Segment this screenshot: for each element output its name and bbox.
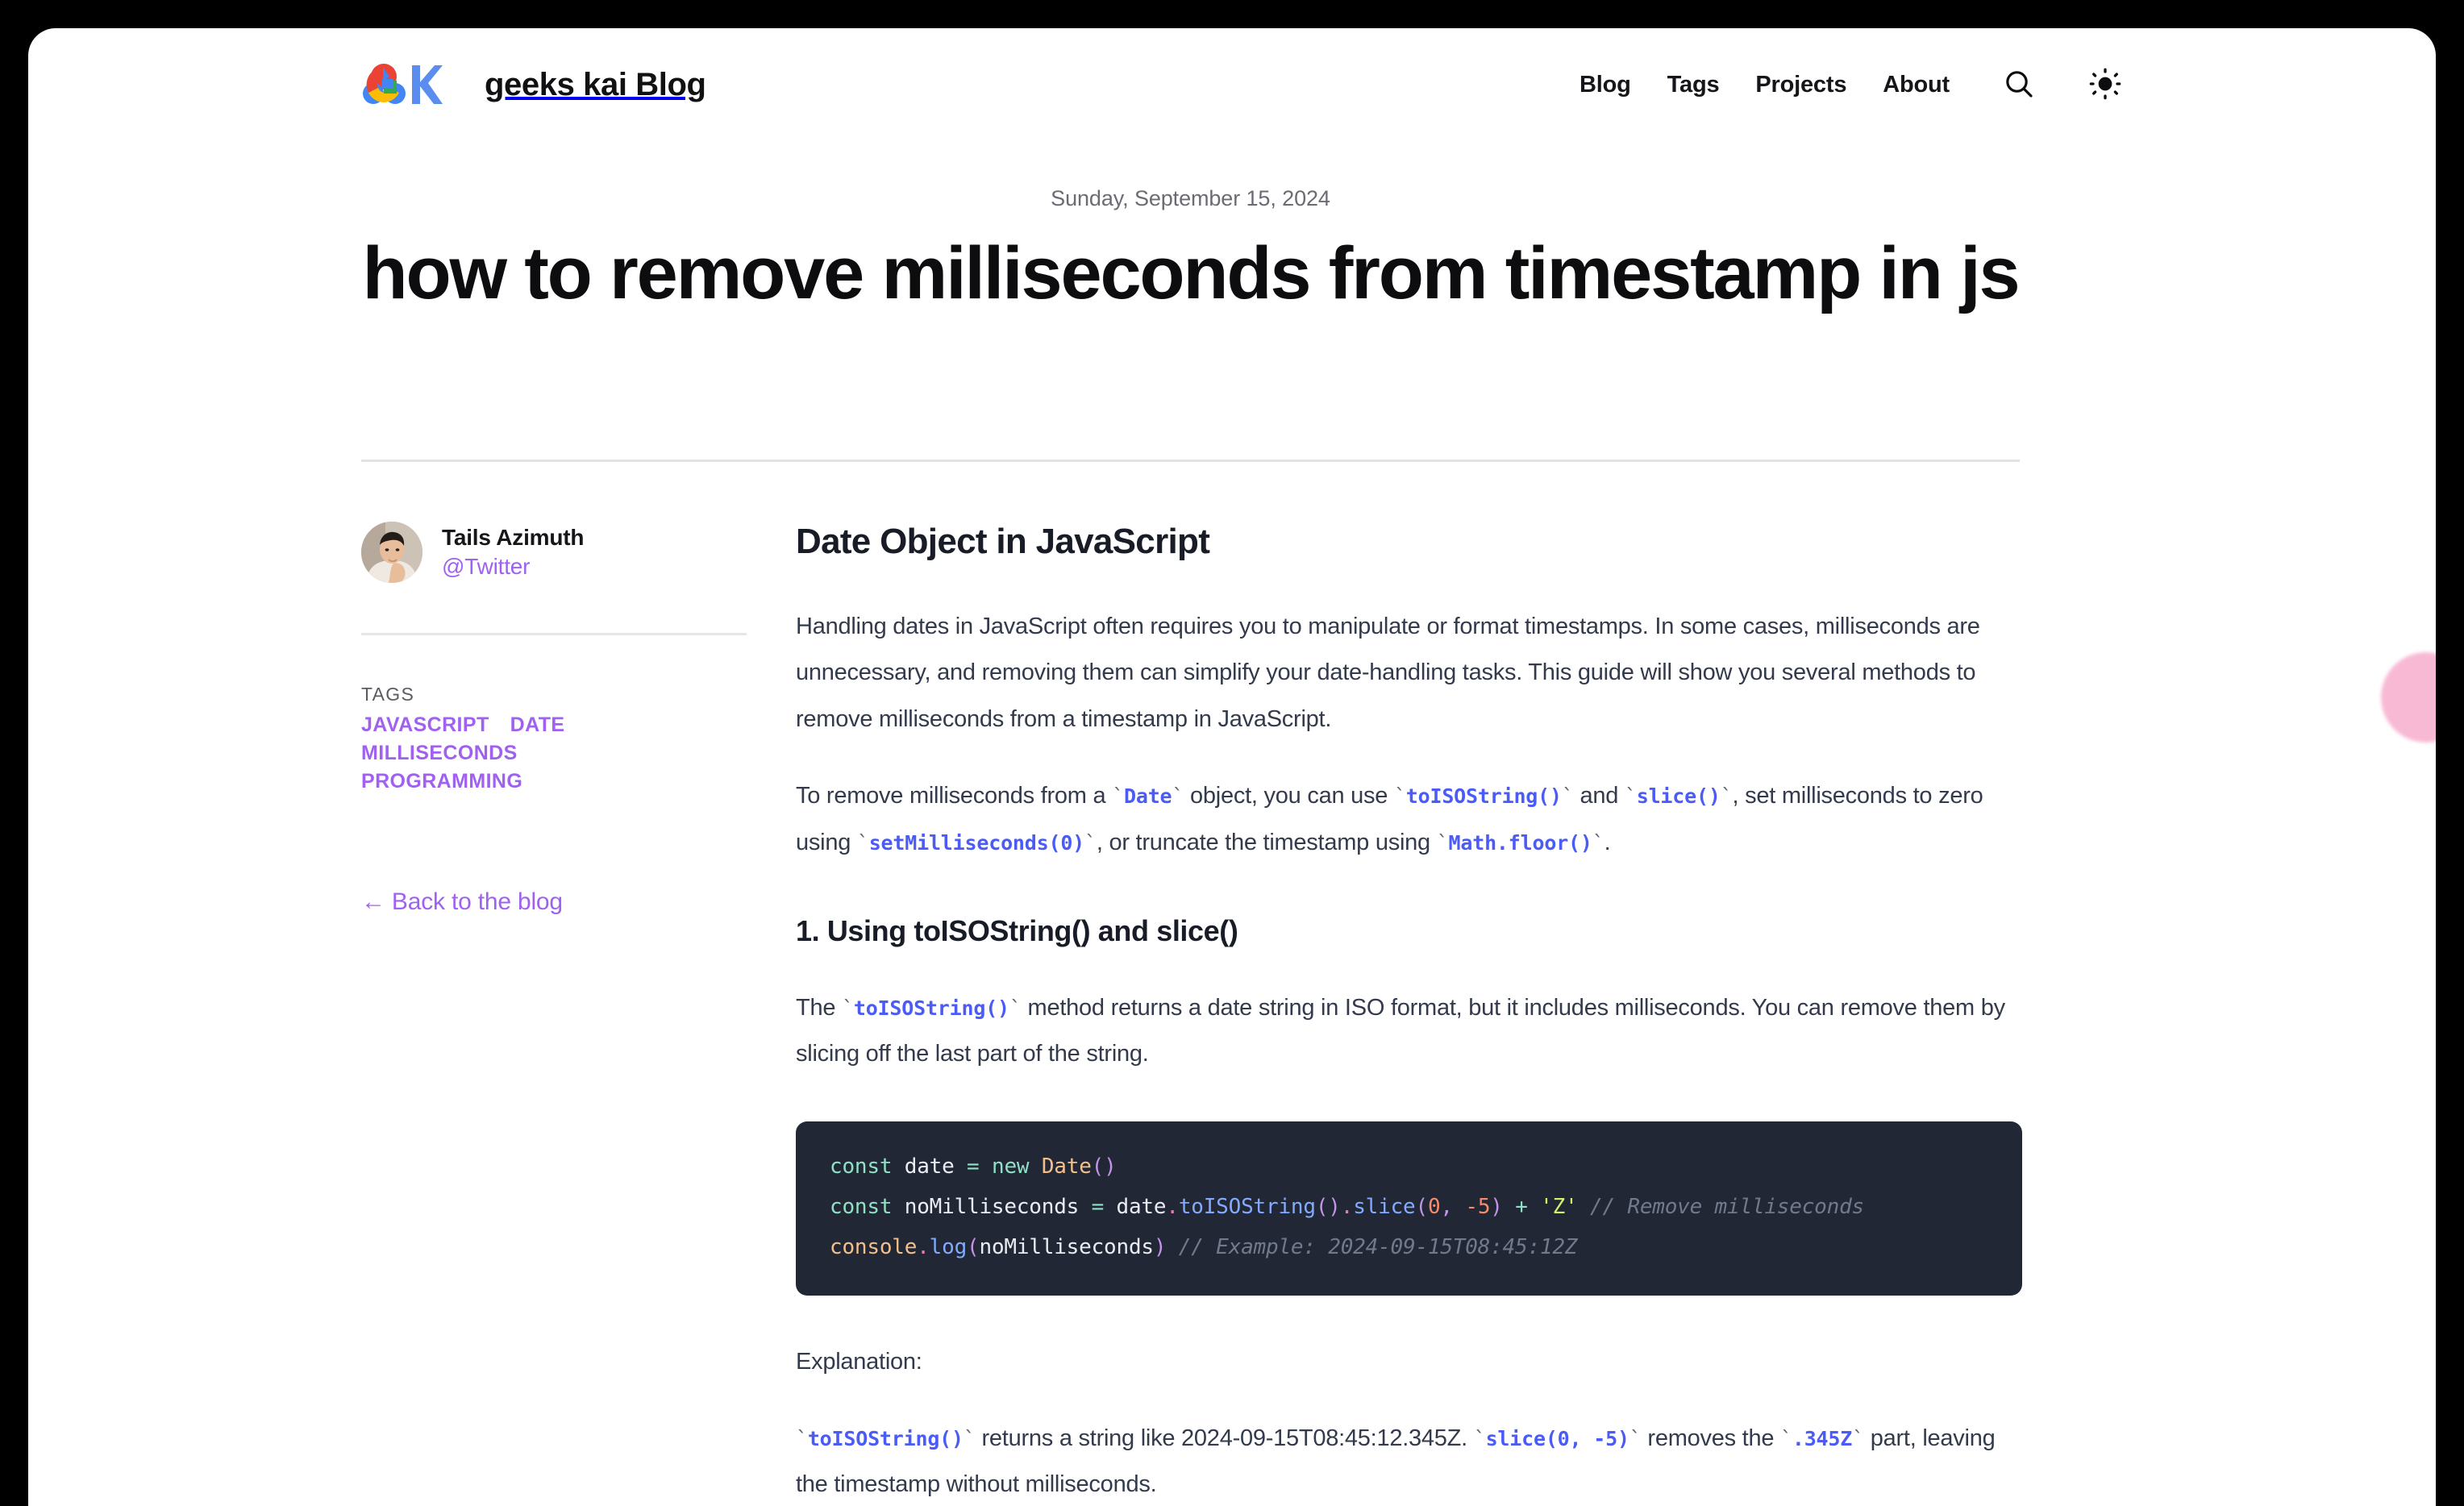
backtick: ` xyxy=(1437,831,1449,855)
inline-code-345z: .345Z xyxy=(1792,1427,1852,1450)
inline-code-date: Date xyxy=(1124,784,1172,808)
tags-label: TAGS xyxy=(361,684,747,705)
text-fragment: removes the xyxy=(1642,1425,1780,1451)
backtick: ` xyxy=(1629,1427,1642,1450)
nav-link-blog[interactable]: Blog xyxy=(1580,72,1631,98)
post-date: Sunday, September 15, 2024 xyxy=(361,186,2020,211)
brand-title: geeks kai Blog xyxy=(485,67,706,103)
brand-home-link[interactable]: geeks kai Blog xyxy=(359,56,706,114)
inline-code-mathfloor: Math.floor() xyxy=(1449,831,1592,855)
tag-date[interactable]: DATE xyxy=(510,713,565,737)
post-header: Sunday, September 15, 2024 how to remove… xyxy=(361,186,2020,315)
backtick: ` xyxy=(1625,784,1637,808)
backtick: ` xyxy=(1084,831,1097,855)
avatar xyxy=(361,522,422,583)
backtick: ` xyxy=(1852,1427,1864,1450)
text-fragment: and xyxy=(1574,783,1625,809)
text-fragment: . xyxy=(1605,830,1611,855)
inline-code-toisostring: toISOString() xyxy=(1406,784,1562,808)
post-sidebar: Tails Azimuth @Twitter TAGS JAVASCRIPT D… xyxy=(361,522,747,916)
nav-link-projects[interactable]: Projects xyxy=(1755,72,1846,98)
tag-programming[interactable]: PROGRAMMING xyxy=(361,770,522,793)
author-meta: Tails Azimuth @Twitter xyxy=(442,525,584,580)
search-icon xyxy=(2003,68,2035,102)
author-block: Tails Azimuth @Twitter xyxy=(361,522,747,583)
content-wrapper: Tails Azimuth @Twitter TAGS JAVASCRIPT D… xyxy=(361,522,2022,1506)
sun-icon xyxy=(2089,68,2121,102)
backtick: ` xyxy=(1780,1427,1792,1450)
text-fragment: object, you can use xyxy=(1184,783,1394,809)
inline-code-toisostring: toISOString() xyxy=(808,1427,964,1450)
paragraph-explanation: `toISOString()` returns a string like 20… xyxy=(796,1416,2022,1506)
text-fragment: , or truncate the timestamp using xyxy=(1097,830,1437,855)
inline-code-slice: slice() xyxy=(1637,784,1721,808)
backtick: ` xyxy=(1592,831,1605,855)
main-navigation: Blog Tags Projects About xyxy=(1580,65,2125,104)
code-content: const date = new Date() const noMillisec… xyxy=(830,1147,1988,1268)
backtick: ` xyxy=(964,1427,976,1450)
site-header: geeks kai Blog Blog Tags Projects About xyxy=(28,28,2436,141)
backtick: ` xyxy=(1721,784,1733,808)
backtick: ` xyxy=(842,996,854,1020)
search-button[interactable] xyxy=(2000,65,2038,104)
paragraph-toisostring-desc: The `toISOString()` method returns a dat… xyxy=(796,985,2022,1078)
tags-block: TAGS JAVASCRIPT DATE MILLISECONDS PROGRA… xyxy=(361,684,747,793)
nav-link-tags[interactable]: Tags xyxy=(1667,72,1720,98)
backtick: ` xyxy=(1562,784,1574,808)
inline-code-slice-args: slice(0, -5) xyxy=(1486,1427,1629,1450)
backtick: ` xyxy=(1474,1427,1486,1450)
subsection-heading-1: 1. Using toISOString() and slice() xyxy=(796,914,2022,948)
article-body: Date Object in JavaScript Handling dates… xyxy=(747,522,2022,1506)
backtick: ` xyxy=(796,1427,808,1450)
sidebar-divider xyxy=(361,633,747,635)
backtick: ` xyxy=(1394,784,1406,808)
google-g-k-logo-icon xyxy=(359,56,443,114)
tag-javascript[interactable]: JAVASCRIPT xyxy=(361,713,489,737)
text-fragment: The xyxy=(796,995,842,1021)
code-block-toisostring[interactable]: const date = new Date() const noMillisec… xyxy=(796,1121,2022,1296)
backtick: ` xyxy=(1009,996,1022,1020)
backtick: ` xyxy=(857,831,869,855)
paragraph-explanation-label: Explanation: xyxy=(796,1339,2022,1385)
paragraph-intro: Handling dates in JavaScript often requi… xyxy=(796,604,2022,743)
theme-toggle-button[interactable] xyxy=(2086,65,2125,104)
tag-milliseconds[interactable]: MILLISECONDS xyxy=(361,742,518,765)
author-name: Tails Azimuth xyxy=(442,525,584,551)
back-to-blog-link[interactable]: ← Back to the blog xyxy=(361,888,563,916)
tags-list: JAVASCRIPT DATE MILLISECONDS PROGRAMMING xyxy=(361,713,684,793)
decorative-pink-blob xyxy=(2381,652,2436,743)
page-canvas: geeks kai Blog Blog Tags Projects About xyxy=(28,28,2436,1506)
author-twitter-link[interactable]: @Twitter xyxy=(442,554,584,580)
inline-code-toisostring: toISOString() xyxy=(854,996,1009,1020)
text-fragment: To remove milliseconds from a xyxy=(796,783,1112,809)
inline-code-setmilliseconds: setMilliseconds(0) xyxy=(869,831,1084,855)
backtick: ` xyxy=(1172,784,1184,808)
header-divider xyxy=(361,460,2020,462)
backtick: ` xyxy=(1112,784,1124,808)
page-title: how to remove milliseconds from timestam… xyxy=(361,232,2020,315)
text-fragment: returns a string like 2024-09-15T08:45:1… xyxy=(976,1425,1474,1451)
nav-link-about[interactable]: About xyxy=(1883,72,1950,98)
section-heading-date-object: Date Object in JavaScript xyxy=(796,522,2022,562)
paragraph-methods: To remove milliseconds from a `Date` obj… xyxy=(796,773,2022,866)
